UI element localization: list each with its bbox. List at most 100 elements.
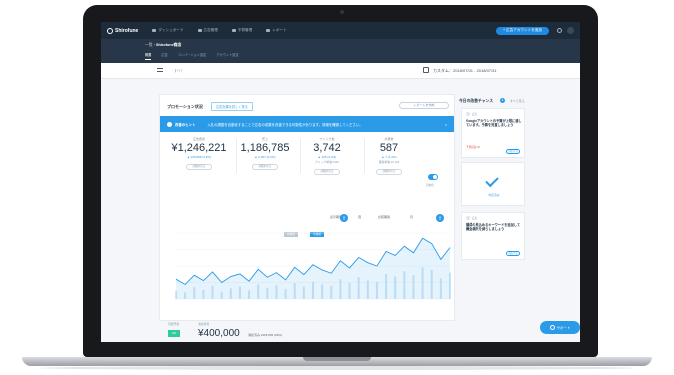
google-icon: [466, 112, 470, 116]
laptop-shadow: [40, 366, 634, 370]
folder-icon: [197, 29, 202, 32]
suggestion-card[interactable]: 広告 Googleアカウントの予算が上限に達しています。予算を見直しましょう 予…: [461, 108, 525, 158]
info-icon: [167, 121, 172, 127]
done-label: 対応済み: [488, 193, 500, 197]
stat-label: 成果数: [384, 137, 394, 141]
line-chart-icon: [152, 29, 157, 32]
sub-header: 一覧 › Shirofune商店 概要 広告 コンバージョン設定 アカウント設定: [101, 39, 580, 63]
suggestion-meta: 予算超過 ¥0: [466, 146, 480, 149]
logo[interactable]: Shirofune: [107, 27, 139, 34]
nav-item-report[interactable]: レポート: [266, 28, 287, 33]
brand-name: Shirofune: [115, 27, 139, 34]
card-head: 広告: [466, 112, 477, 116]
stat-delta: ▲ 125 (3.4%): [317, 155, 337, 159]
stat-delta: ▲ 2,367 (0.2%): [254, 155, 276, 159]
support-label: サポート: [556, 326, 571, 330]
stat-value: 587: [379, 142, 399, 154]
period-week[interactable]: 週: [358, 215, 361, 219]
suggestion-card[interactable]: 広告 獲得の見込めるキーワードを追加して機会損失を減らしましょう 対応する: [461, 212, 525, 260]
logo-icon: [107, 27, 113, 34]
nav-label: 予算管理: [237, 28, 253, 32]
add-account-button[interactable]: + 広告アカウントを追加: [495, 26, 549, 35]
suggestion-text: Googleアカウントの予算が上限に達しています。予算を見直しましょう: [466, 119, 522, 127]
performance-chart: [175, 232, 451, 300]
support-button[interactable]: サポート: [540, 321, 580, 334]
stat-value: 1,186,785: [240, 142, 290, 154]
filter-bar: すべて カスタム：2018/07/01 - 2018/07/31: [101, 63, 580, 79]
period-next-button[interactable]: 日: [436, 214, 444, 222]
nav-item-ads[interactable]: 広告管理: [197, 28, 218, 33]
stat-clicks: クリック数 3,742 ▲ 125 (3.4%) クリック単価 ¥333 詳細を…: [292, 137, 362, 175]
card-head-label: 広告: [472, 113, 478, 116]
tab-account-settings[interactable]: アカウント設定: [216, 52, 238, 60]
stat-label: クリック数: [319, 137, 335, 141]
breadcrumb: 一覧 › Shirofune商店: [145, 43, 182, 47]
breadcrumb-parent[interactable]: 一覧: [145, 43, 153, 47]
stat-delta: ▲ ¥45,808 (3.8%): [186, 155, 212, 159]
stat-details-button[interactable]: 詳細を見る: [376, 169, 402, 175]
sub-tabs: 概要 広告 コンバージョン設定 アカウント設定: [145, 52, 239, 60]
nav-label: ダッシュボード: [158, 28, 184, 32]
see-all-link[interactable]: すべて見る: [510, 99, 525, 103]
budget-status-badge: ON: [168, 330, 180, 337]
google-icon: [466, 216, 470, 220]
nav-label: 広告管理: [203, 28, 218, 32]
details-link[interactable]: 広告効果を詳しく見る: [211, 102, 253, 111]
top-nav: Shirofune ダッシュボード 広告管理 予算管理 レポート + 広告アカウ…: [101, 22, 580, 39]
period-day-button[interactable]: 日: [340, 214, 348, 222]
stat-label: 広告費用: [192, 137, 205, 141]
card-head-label: 広告: [472, 217, 478, 220]
filter-select[interactable]: すべて: [174, 68, 183, 73]
hint-banner: 改善のヒント 入札の調整を自動化することで広告の成果を改善できる可能性があります…: [160, 116, 454, 132]
area-current: [176, 238, 450, 299]
budget-sublabel: 消化状況: [198, 322, 210, 326]
period-month[interactable]: 月: [410, 215, 413, 219]
avatar[interactable]: [567, 27, 574, 34]
completed-card: 対応済み: [461, 162, 525, 206]
tab-conversion[interactable]: コンバージョン設定: [178, 52, 207, 60]
stat-sub: クリック単価 ¥333: [315, 160, 339, 164]
automation-toggle[interactable]: [428, 174, 438, 180]
suggestion-text: 獲得の見込めるキーワードを追加して機会損失を減らしましょう: [466, 223, 521, 231]
camera-dot: [340, 10, 344, 14]
stat-value: 3,742: [313, 142, 341, 154]
report-icon: [266, 29, 271, 32]
tab-ads[interactable]: 広告: [161, 52, 167, 60]
stat-details-button[interactable]: 詳細を見る: [252, 164, 278, 170]
budget-label: 月間予算: [168, 322, 180, 326]
checkmark-icon: [485, 173, 499, 188]
toggle-label: 自動化: [426, 184, 434, 187]
budget-value: ¥400,000: [198, 328, 240, 339]
create-report-button[interactable]: レポートを作成: [399, 102, 449, 109]
stat-details-button[interactable]: 詳細を見る: [314, 169, 340, 175]
stat-cost: 広告費用 ¥1,246,221 ▲ ¥45,808 (3.8%) 詳細を見る: [164, 137, 234, 170]
filter-icon[interactable]: [157, 68, 163, 72]
stat-sub: 獲得単価 ¥2,123: [378, 160, 400, 164]
action-button[interactable]: 対応する: [506, 149, 520, 154]
promotion-card: プロモーション状況 広告効果を詳しく見る レポートを作成 改善のヒント 入札の調…: [159, 94, 455, 339]
date-range-picker[interactable]: カスタム：2018/07/01 - 2018/07/31: [433, 68, 497, 74]
close-icon[interactable]: ×: [445, 122, 447, 127]
laptop-notch: [303, 357, 371, 361]
action-button[interactable]: 対応する: [506, 251, 520, 256]
banner-text: 入札の調整を自動化することで広告の成果を改善できる可能性があります。詳細を確認し…: [207, 122, 363, 127]
nav-label: レポート: [272, 28, 287, 32]
stat-value: ¥1,246,221: [171, 142, 227, 154]
calendar-icon[interactable]: [423, 67, 429, 73]
nav-item-budget[interactable]: 予算管理: [231, 28, 253, 33]
count-badge: 3: [500, 98, 505, 103]
app-screen: Shirofune ダッシュボード 広告管理 予算管理 レポート + 広告アカウ…: [101, 22, 580, 342]
card-title: プロモーション状況: [167, 104, 203, 109]
nav-item-dashboard[interactable]: ダッシュボード: [152, 28, 184, 33]
side-title: 今日の改善チャンス: [459, 99, 494, 103]
gear-icon[interactable]: [557, 28, 562, 33]
stat-conversions: 成果数 587 ▲ 7 (1.2%) 獲得単価 ¥2,123 詳細を見る: [354, 137, 424, 175]
wallet-icon: [231, 29, 236, 32]
budget-note: 消化済み ¥118,605 (29%): [248, 333, 282, 337]
stat-sales: 売上 1,186,785 ▲ 2,367 (0.2%) 詳細を見る: [230, 137, 300, 170]
stat-details-button[interactable]: 詳細を見る: [186, 164, 212, 170]
compare-label: 比較期間: [378, 215, 391, 219]
card-head: 広告: [466, 216, 477, 220]
tab-overview[interactable]: 概要: [145, 52, 152, 60]
banner-title: 改善のヒント: [175, 122, 196, 127]
